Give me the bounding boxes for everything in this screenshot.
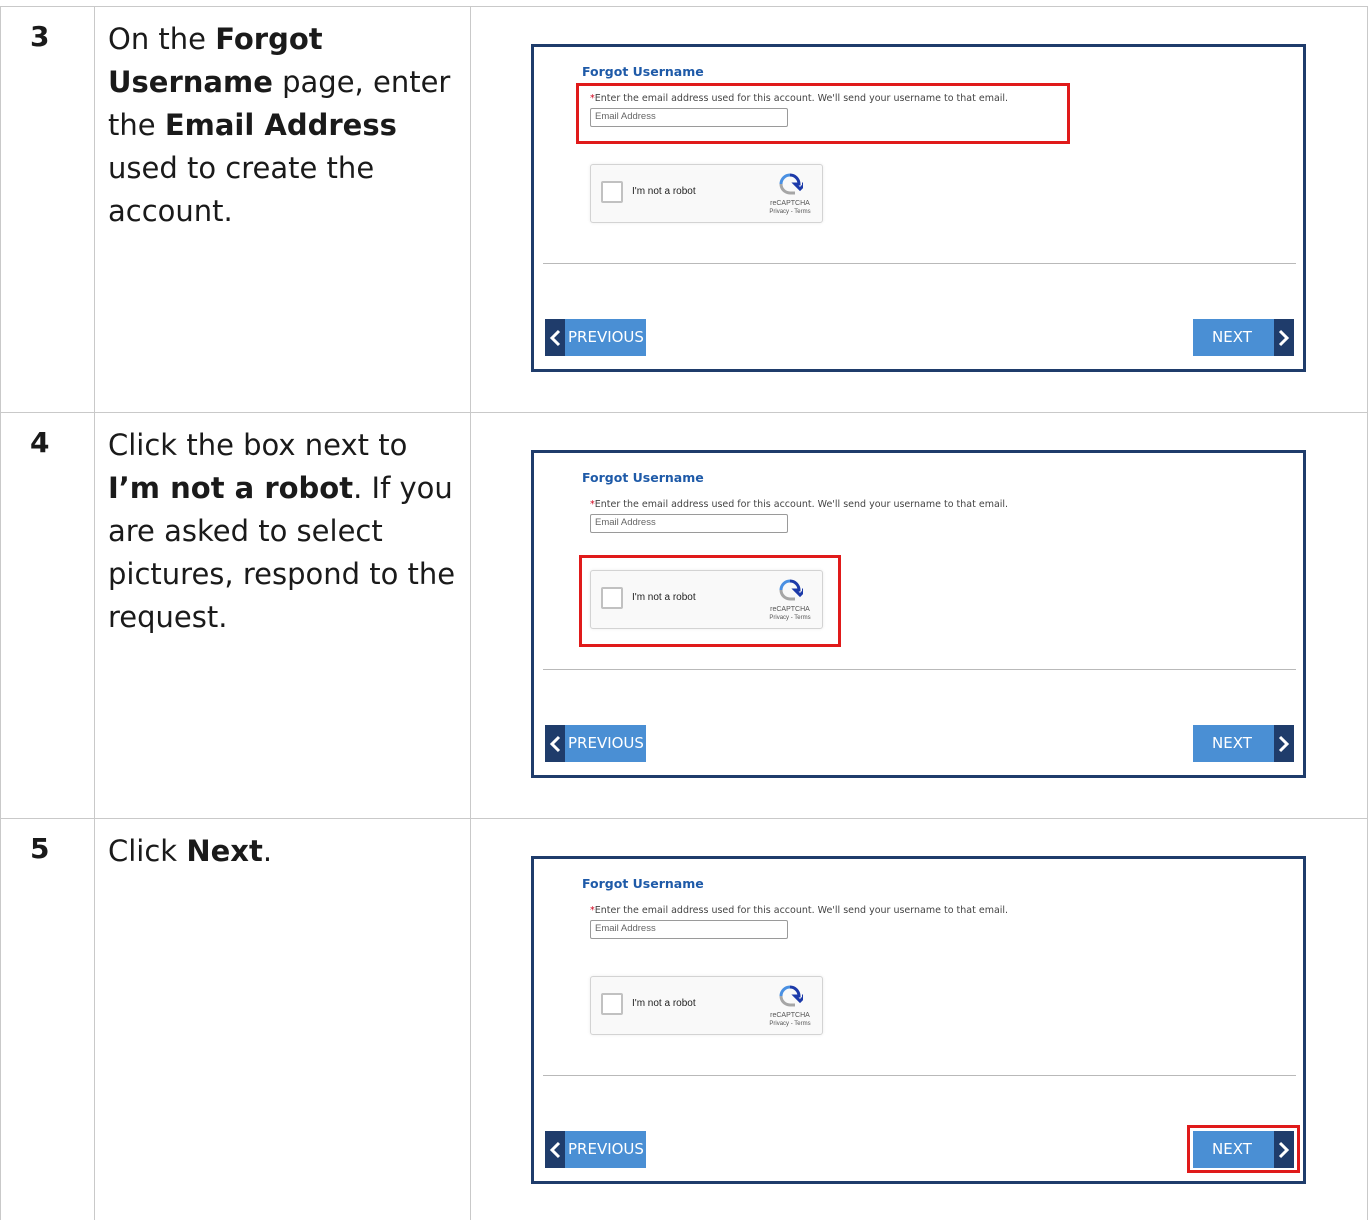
form-title: Forgot Username: [582, 470, 704, 485]
recaptcha-widget[interactable]: I'm not a robot reCAPTCHA Privacy - Term…: [590, 164, 823, 223]
step-instruction: Click the box next to I’m not a robot. I…: [108, 424, 464, 639]
screenshot-frame: Forgot Username *Enter the email address…: [531, 450, 1306, 778]
form-description: *Enter the email address used for this a…: [590, 499, 1008, 510]
step-number: 5: [30, 832, 50, 865]
next-label: NEXT: [1212, 734, 1252, 752]
chevron-right-icon: [1274, 319, 1294, 356]
recaptcha-brand: reCAPTCHA: [770, 1012, 810, 1019]
recaptcha-brand: reCAPTCHA: [770, 200, 810, 207]
screenshot-frame: Forgot Username *Enter the email address…: [531, 856, 1306, 1184]
step-number: 3: [30, 20, 50, 53]
previous-button[interactable]: PREVIOUS: [545, 725, 646, 762]
chevron-left-icon: [545, 725, 565, 762]
chevron-right-icon: [1274, 725, 1294, 762]
highlight-box: [576, 83, 1070, 144]
previous-button[interactable]: PREVIOUS: [545, 1131, 646, 1168]
step-row-5: 5 Click Next. Forgot Username *Enter the…: [0, 818, 1368, 1220]
divider: [543, 669, 1296, 670]
instruction-text: .: [262, 834, 273, 868]
divider: [543, 263, 1296, 264]
recaptcha-widget[interactable]: I'm not a robot reCAPTCHA Privacy - Term…: [590, 976, 823, 1035]
step-instruction: On the Forgot Username page, enter the E…: [108, 18, 464, 233]
recaptcha-checkbox[interactable]: [601, 993, 623, 1015]
screenshot-frame: Forgot Username *Enter the email address…: [531, 44, 1306, 372]
instruction-emphasis: I’m not a robot: [108, 471, 354, 505]
recaptcha-checkbox[interactable]: [601, 181, 623, 203]
instruction-text: used to create the account.: [108, 151, 375, 228]
previous-label: PREVIOUS: [568, 734, 644, 752]
next-button[interactable]: NEXT: [1193, 319, 1294, 356]
form-description: *Enter the email address used for this a…: [590, 905, 1008, 916]
step-number: 4: [30, 426, 50, 459]
recaptcha-logo-icon: [779, 985, 803, 1007]
chevron-left-icon: [545, 1131, 565, 1168]
form-title: Forgot Username: [582, 64, 704, 79]
description-text: Enter the email address used for this ac…: [594, 499, 1009, 510]
step-row-4: 4 Click the box next to I’m not a robot.…: [0, 412, 1368, 818]
highlight-box: [579, 555, 841, 647]
recaptcha-terms-link[interactable]: Privacy - Terms: [757, 209, 823, 215]
next-button[interactable]: NEXT: [1193, 725, 1294, 762]
instruction-emphasis: Next: [186, 834, 263, 868]
email-field[interactable]: Email Address: [590, 920, 788, 939]
recaptcha-logo-icon: [779, 173, 803, 195]
previous-label: PREVIOUS: [568, 328, 644, 346]
recaptcha-label: I'm not a robot: [632, 998, 696, 1009]
previous-button[interactable]: PREVIOUS: [545, 319, 646, 356]
email-field[interactable]: Email Address: [590, 514, 788, 533]
highlight-box: [1187, 1125, 1300, 1173]
description-text: Enter the email address used for this ac…: [594, 905, 1009, 916]
next-label: NEXT: [1212, 328, 1252, 346]
form-title: Forgot Username: [582, 876, 704, 891]
recaptcha-label: I'm not a robot: [632, 186, 696, 197]
step-instruction: Click Next.: [108, 830, 464, 873]
instruction-text: Click the box next to: [108, 428, 408, 462]
step-row-3: 3 On the Forgot Username page, enter the…: [0, 6, 1368, 412]
divider: [543, 1075, 1296, 1076]
chevron-left-icon: [545, 319, 565, 356]
instruction-text: Click: [108, 834, 187, 868]
previous-label: PREVIOUS: [568, 1140, 644, 1158]
instruction-text: On the: [108, 22, 216, 56]
instruction-emphasis: Email Address: [164, 108, 397, 142]
recaptcha-terms-link[interactable]: Privacy - Terms: [757, 1021, 823, 1027]
